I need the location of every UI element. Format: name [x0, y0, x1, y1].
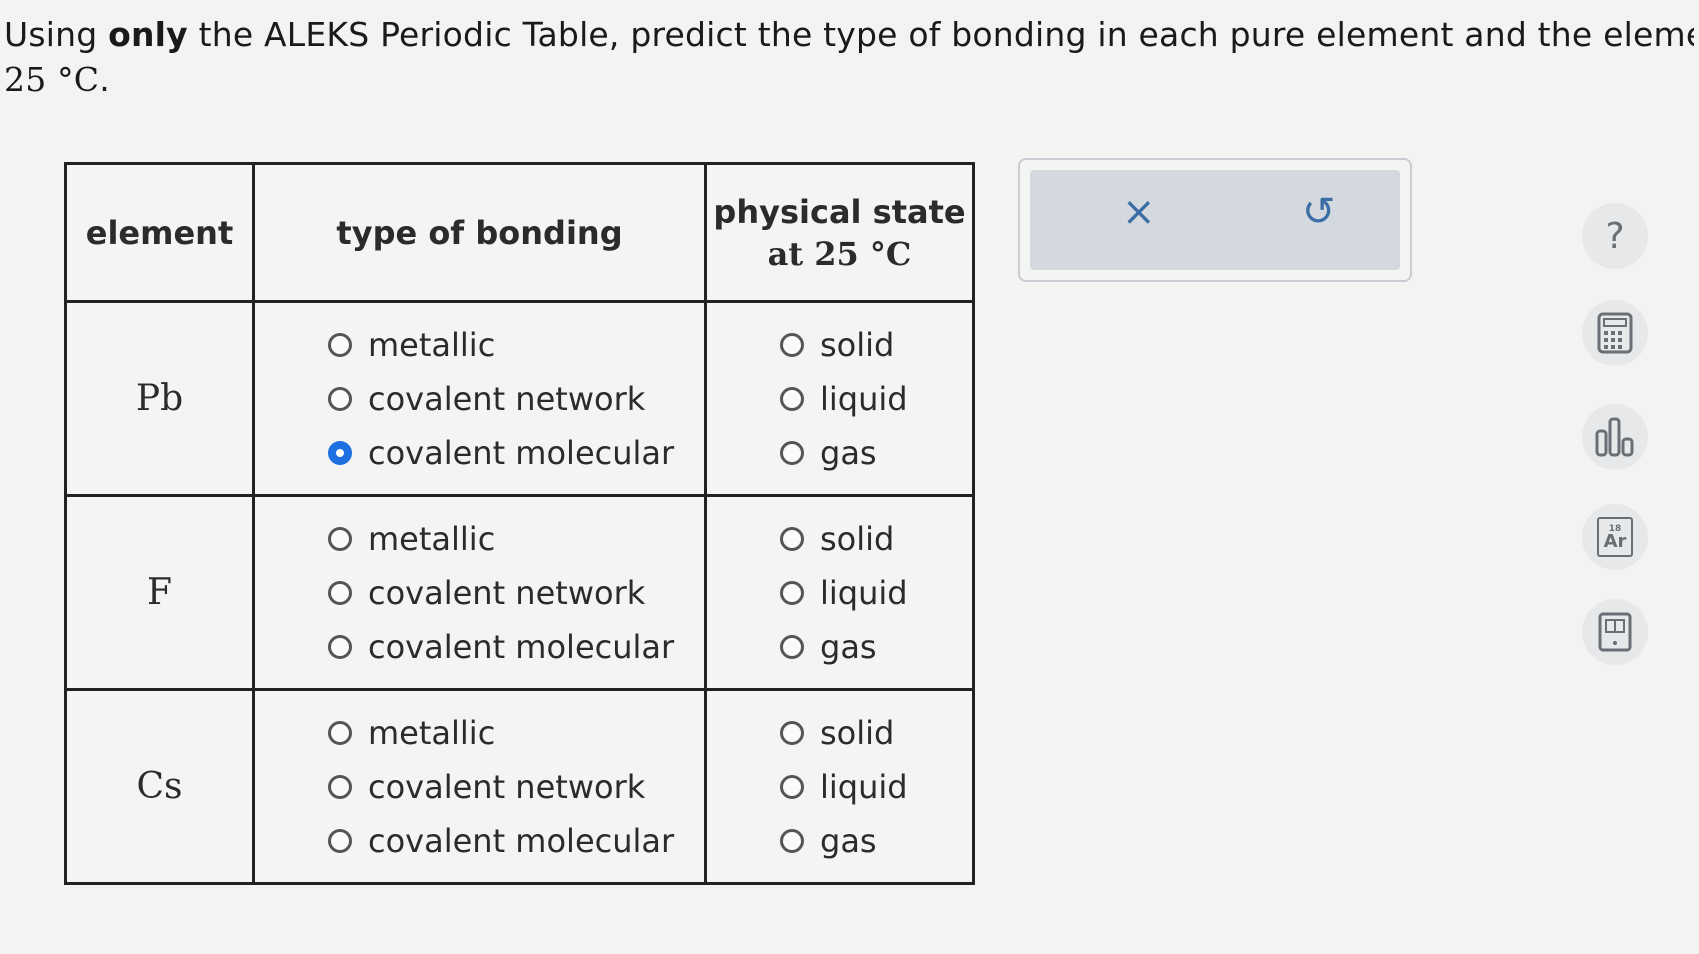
- state-radio-group: solid liquid gas: [708, 714, 971, 860]
- radio-button[interactable]: [328, 332, 352, 357]
- state-option[interactable]: gas: [780, 434, 971, 472]
- header-bonding: type of bonding: [252, 162, 707, 303]
- prompt-emphasis: only: [108, 15, 188, 54]
- state-option-label: gas: [820, 821, 877, 860]
- state-option[interactable]: liquid: [780, 380, 971, 418]
- periodic-table-icon[interactable]: 18 Ar: [1582, 504, 1648, 570]
- element-symbol: F: [64, 494, 255, 691]
- bonding-option[interactable]: covalent molecular: [328, 822, 703, 860]
- bonding-option[interactable]: covalent network: [328, 574, 703, 612]
- undo-icon[interactable]: ↺: [1302, 192, 1336, 232]
- bonding-option[interactable]: metallic: [328, 326, 703, 364]
- bonding-option[interactable]: covalent molecular: [328, 628, 703, 666]
- radio-button[interactable]: [780, 580, 804, 605]
- state-option-label: liquid: [820, 573, 908, 612]
- actions-panel: × ↺: [1030, 170, 1400, 270]
- radio-button[interactable]: [328, 720, 352, 745]
- state-cell: solid liquid gas: [704, 300, 975, 497]
- radio-button[interactable]: [780, 828, 804, 853]
- prompt-temperature: 25 °C: [4, 60, 100, 99]
- bar-chart-icon[interactable]: [1582, 404, 1648, 470]
- bonding-option-label: metallic: [368, 713, 496, 752]
- radio-button[interactable]: [328, 526, 352, 551]
- bonding-radio-group: metallic covalent network covalent molecul…: [256, 714, 703, 860]
- answer-actions: × ↺: [1018, 158, 1412, 282]
- state-radio-group: solid liquid gas: [708, 520, 971, 666]
- table-row: Pb metallic covalent network covalent molec…: [64, 300, 975, 497]
- state-option-label: liquid: [820, 379, 908, 418]
- bar-chart-glyph: [1595, 417, 1634, 457]
- bonding-option[interactable]: covalent molecular: [328, 434, 703, 472]
- radio-button[interactable]: [328, 386, 352, 411]
- state-cell: solid liquid gas: [704, 688, 975, 885]
- radio-button[interactable]: [780, 634, 804, 659]
- prompt-period: .: [99, 60, 110, 99]
- radio-button[interactable]: [780, 332, 804, 357]
- state-cell: solid liquid gas: [704, 494, 975, 691]
- radio-button[interactable]: [780, 720, 804, 745]
- bonding-option-label: covalent network: [368, 767, 646, 806]
- radio-button[interactable]: [328, 774, 352, 799]
- calculator-glyph: [1597, 312, 1633, 354]
- bonding-option-label: covalent network: [368, 573, 646, 612]
- bonding-option-label: covalent molecular: [368, 821, 675, 860]
- radio-button[interactable]: [328, 828, 352, 853]
- radio-button[interactable]: [780, 526, 804, 551]
- table-row: Fmetallic covalent network covalent molecu…: [64, 494, 975, 691]
- header-state: physical state at 25 °C: [704, 162, 975, 303]
- radio-button[interactable]: [780, 440, 804, 465]
- ptable-symbol: Ar: [1603, 531, 1627, 552]
- radio-button[interactable]: [328, 580, 352, 605]
- state-option-label: liquid: [820, 767, 908, 806]
- bonding-option[interactable]: covalent network: [328, 380, 703, 418]
- textbook-glyph: [1598, 612, 1632, 652]
- radio-button[interactable]: [328, 440, 352, 465]
- prompt-text: the ALEKS Periodic Table, predict the ty…: [187, 15, 1694, 54]
- radio-button[interactable]: [780, 386, 804, 411]
- state-option[interactable]: liquid: [780, 574, 971, 612]
- header-state-line1: physical state: [713, 192, 966, 231]
- table-row: Cs metallic covalent network covalent molec…: [64, 688, 975, 885]
- bonding-cell: metallic covalent network covalent molecul…: [252, 688, 707, 885]
- state-option[interactable]: gas: [780, 628, 971, 666]
- bonding-radio-group: metallic covalent network covalent molecul…: [256, 520, 703, 666]
- state-option[interactable]: solid: [780, 326, 971, 364]
- bonding-option-label: covalent molecular: [368, 433, 675, 472]
- clear-icon[interactable]: ×: [1122, 192, 1156, 232]
- radio-button[interactable]: [780, 774, 804, 799]
- state-option-label: solid: [820, 325, 895, 364]
- bonding-option[interactable]: covalent network: [328, 768, 703, 806]
- bonding-option[interactable]: metallic: [328, 714, 703, 752]
- bonding-radio-group: metallic covalent network covalent molecul…: [256, 326, 703, 472]
- bonding-option[interactable]: metallic: [328, 520, 703, 558]
- bonding-option-label: covalent network: [368, 379, 646, 418]
- radio-button[interactable]: [328, 634, 352, 659]
- state-option-label: solid: [820, 713, 895, 752]
- state-option-label: gas: [820, 433, 877, 472]
- header-element: element: [64, 162, 255, 303]
- bonding-option-label: covalent molecular: [368, 627, 675, 666]
- bonding-cell: metallic covalent network covalent molecul…: [252, 494, 707, 691]
- state-radio-group: solid liquid gas: [708, 326, 971, 472]
- textbook-icon[interactable]: [1582, 599, 1648, 665]
- state-option-label: solid: [820, 519, 895, 558]
- state-option[interactable]: solid: [780, 714, 971, 752]
- help-icon[interactable]: ?: [1582, 203, 1648, 269]
- state-option-label: gas: [820, 627, 877, 666]
- header-state-line2: at 25 °C: [767, 234, 912, 273]
- bonding-option-label: metallic: [368, 519, 496, 558]
- bonding-cell: metallic covalent network covalent molecul…: [252, 300, 707, 497]
- state-option[interactable]: solid: [780, 520, 971, 558]
- question-prompt: Using only the ALEKS Periodic Table, pre…: [4, 12, 1694, 102]
- bonding-option-label: metallic: [368, 325, 496, 364]
- element-symbol: Cs: [64, 688, 255, 885]
- periodic-table-glyph: 18 Ar: [1597, 517, 1633, 557]
- calculator-icon[interactable]: [1582, 300, 1648, 366]
- state-option[interactable]: gas: [780, 822, 971, 860]
- state-option[interactable]: liquid: [780, 768, 971, 806]
- prompt-text: Using: [4, 15, 109, 54]
- element-symbol: Pb: [64, 300, 255, 497]
- answer-table: element type of bonding physical state a…: [64, 162, 975, 885]
